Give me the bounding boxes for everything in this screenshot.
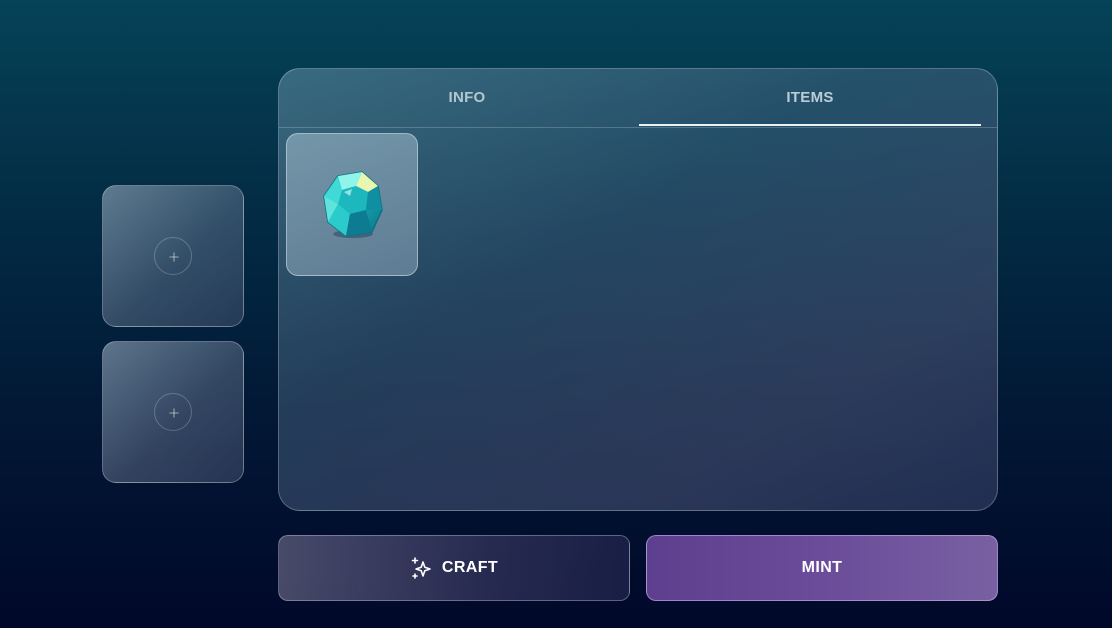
mint-button[interactable]: MINT (646, 535, 998, 601)
craft-button[interactable]: CRAFT (278, 535, 630, 601)
inventory-panel: INFO ITEMS (278, 68, 998, 511)
tab-info[interactable]: INFO (279, 69, 655, 127)
add-slot-icon (154, 393, 192, 431)
teal-gem-icon (323, 171, 383, 238)
sparkles-icon (411, 557, 431, 579)
add-slot-icon (154, 237, 192, 275)
active-tab-indicator (639, 124, 981, 126)
ingredient-slot-1[interactable] (102, 185, 244, 327)
tab-items[interactable]: ITEMS (639, 69, 981, 127)
ingredient-slot-2[interactable] (102, 341, 244, 483)
inventory-item-gem[interactable] (286, 133, 418, 276)
craft-button-label: CRAFT (441, 559, 499, 576)
tab-bar: INFO ITEMS (279, 69, 997, 128)
mint-button-label: MINT (801, 559, 843, 576)
